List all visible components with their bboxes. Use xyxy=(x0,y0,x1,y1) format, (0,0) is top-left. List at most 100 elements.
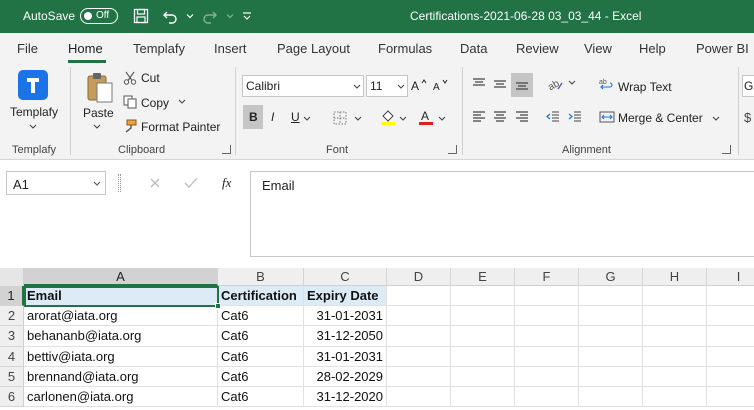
select-all-corner[interactable] xyxy=(0,268,24,286)
currency-icon[interactable]: $ xyxy=(744,107,754,127)
column-header-d[interactable]: D xyxy=(387,268,451,286)
redo-icon[interactable] xyxy=(200,6,220,26)
table-cell[interactable] xyxy=(643,387,707,408)
cut-button[interactable]: Cut xyxy=(141,71,160,85)
fill-handle[interactable] xyxy=(215,303,221,309)
row-header[interactable]: 2 xyxy=(0,306,24,327)
row-header[interactable]: 1 xyxy=(0,286,24,307)
table-cell[interactable]: 31-12-2050 xyxy=(304,326,387,347)
chevron-down-icon[interactable] xyxy=(93,123,101,131)
header-cell[interactable]: Certification xyxy=(218,286,304,307)
table-cell[interactable]: 31-01-2031 xyxy=(304,306,387,327)
align-top-icon[interactable] xyxy=(470,75,488,93)
paste-icon[interactable] xyxy=(84,71,116,105)
decrease-indent-icon[interactable] xyxy=(544,108,562,126)
tab-file[interactable]: File xyxy=(17,41,38,56)
fill-color-icon[interactable] xyxy=(379,107,397,127)
name-box[interactable]: A1 xyxy=(6,171,106,195)
header-cell[interactable] xyxy=(707,286,754,307)
chevron-down-icon[interactable] xyxy=(712,115,720,123)
table-cell[interactable] xyxy=(643,326,707,347)
bold-button[interactable]: B xyxy=(249,110,258,124)
table-cell[interactable] xyxy=(515,346,579,367)
table-cell[interactable]: arorat@iata.org xyxy=(24,306,218,327)
table-cell[interactable] xyxy=(387,306,451,327)
tab-review[interactable]: Review xyxy=(516,41,559,56)
table-cell[interactable] xyxy=(707,387,754,408)
column-header-i[interactable]: I xyxy=(707,268,754,286)
merge-center-icon[interactable] xyxy=(598,108,616,126)
column-header-b[interactable]: B xyxy=(218,268,304,286)
format-painter-button[interactable]: Format Painter xyxy=(141,120,220,134)
chevron-down-icon[interactable] xyxy=(399,115,407,123)
cancel-icon[interactable] xyxy=(146,174,164,192)
row-header[interactable]: 4 xyxy=(0,346,24,367)
table-cell[interactable] xyxy=(707,326,754,347)
scissors-icon[interactable] xyxy=(122,70,138,86)
font-color-icon[interactable]: A xyxy=(417,107,435,127)
table-cell[interactable] xyxy=(387,387,451,408)
header-cell[interactable] xyxy=(579,286,643,307)
table-cell[interactable] xyxy=(643,306,707,327)
row-header[interactable]: 6 xyxy=(0,387,24,408)
table-cell[interactable] xyxy=(451,346,515,367)
italic-button[interactable]: I xyxy=(271,110,274,124)
copy-button[interactable]: Copy xyxy=(141,96,169,110)
table-cell[interactable] xyxy=(515,366,579,387)
autosave-toggle[interactable]: Off xyxy=(80,8,118,24)
format-painter-icon[interactable] xyxy=(122,118,138,134)
tab-formulas[interactable]: Formulas xyxy=(378,41,432,56)
increase-font-icon[interactable]: A xyxy=(410,76,428,94)
merge-center-button[interactable]: Merge & Center xyxy=(618,111,703,125)
table-cell[interactable] xyxy=(451,326,515,347)
chevron-down-icon[interactable] xyxy=(568,79,576,87)
formula-input[interactable]: Email xyxy=(250,171,754,257)
wrap-text-button[interactable]: Wrap Text xyxy=(618,80,672,94)
table-cell[interactable]: carlonen@iata.org xyxy=(24,387,218,408)
table-cell[interactable] xyxy=(387,366,451,387)
clipboard-launcher-icon[interactable] xyxy=(222,145,231,154)
table-cell[interactable] xyxy=(707,347,754,367)
header-cell[interactable] xyxy=(451,286,515,307)
table-cell[interactable] xyxy=(515,387,579,408)
table-cell[interactable]: brennand@iata.org xyxy=(24,366,218,387)
table-cell[interactable] xyxy=(707,306,754,327)
borders-icon[interactable] xyxy=(331,109,349,127)
enter-icon[interactable] xyxy=(182,174,200,192)
templafy-logo-icon[interactable] xyxy=(18,70,48,100)
templafy-button[interactable]: Templafy xyxy=(10,105,58,119)
orientation-icon[interactable]: ab xyxy=(546,75,566,93)
table-cell[interactable] xyxy=(515,306,579,327)
table-cell[interactable] xyxy=(579,306,643,327)
grip-handle[interactable] xyxy=(118,174,121,192)
tab-templafy[interactable]: Templafy xyxy=(133,41,185,56)
align-middle-icon[interactable] xyxy=(491,75,509,93)
header-cell[interactable]: Expiry Date xyxy=(304,286,387,307)
table-cell[interactable]: 28-02-2029 xyxy=(304,366,387,387)
table-cell[interactable]: behananb@iata.org xyxy=(24,326,218,347)
header-cell[interactable]: Email xyxy=(24,286,218,307)
table-cell[interactable]: Cat6 xyxy=(218,387,304,408)
table-cell[interactable] xyxy=(579,346,643,367)
paste-button[interactable]: Paste xyxy=(83,106,114,120)
chevron-down-icon[interactable] xyxy=(93,180,101,188)
table-cell[interactable] xyxy=(451,306,515,327)
increase-indent-icon[interactable] xyxy=(566,108,584,126)
font-name-select[interactable]: Calibri xyxy=(242,75,364,97)
table-cell[interactable] xyxy=(643,366,707,387)
wrap-text-icon[interactable]: ab xyxy=(598,75,616,93)
table-cell[interactable] xyxy=(707,367,754,387)
chevron-down-icon[interactable] xyxy=(303,115,311,123)
align-bottom-icon[interactable] xyxy=(513,75,531,93)
tab-help[interactable]: Help xyxy=(639,41,666,56)
align-right-icon[interactable] xyxy=(513,108,531,126)
table-cell[interactable] xyxy=(387,326,451,347)
header-cell[interactable] xyxy=(515,286,579,307)
header-cell[interactable] xyxy=(387,286,451,307)
column-header-a[interactable]: A xyxy=(24,268,218,286)
chevron-down-icon[interactable] xyxy=(178,98,186,106)
font-launcher-icon[interactable] xyxy=(448,145,457,154)
tab-insert[interactable]: Insert xyxy=(214,41,247,56)
font-size-select[interactable]: 11 xyxy=(366,75,408,97)
header-cell[interactable] xyxy=(643,286,707,307)
